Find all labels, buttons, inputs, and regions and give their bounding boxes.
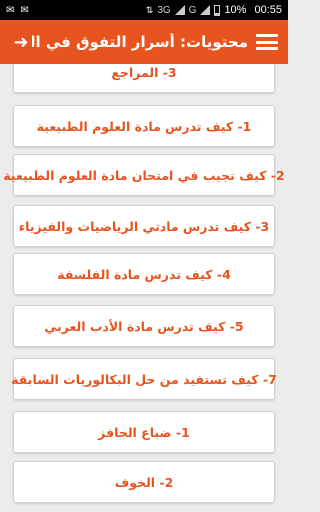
status-right: ⇅ 3G G 10% 00:55 <box>146 4 282 16</box>
list-item-label: 2- الخوف <box>114 474 174 490</box>
notification-icon: ✉ <box>6 4 15 16</box>
battery-icon <box>214 4 221 16</box>
list-item-label: 2- كيف تجيب في امتحان مادة العلوم الطبيع… <box>3 167 285 183</box>
clock: 00:55 <box>254 4 282 16</box>
page-title: محتويات: أسرار التفوق في الب .. <box>32 33 248 51</box>
list-item-label: 7- كيف تستفيد من حل البكالوريات السابقة <box>11 371 277 387</box>
status-bar: ✉ ✉ ⇅ 3G G 10% 00:55 <box>0 0 288 20</box>
list-item[interactable]: 3- المراجع <box>13 64 275 93</box>
network-type: 3G <box>157 4 171 16</box>
notification-icon-2: ✉ <box>20 4 29 16</box>
signal-icon-2 <box>200 5 211 15</box>
list-item[interactable]: 7- كيف تستفيد من حل البكالوريات السابقة <box>11 358 277 400</box>
list-item[interactable]: 5- كيف تدرس مادة الأدب العربي <box>13 305 275 347</box>
signal-icon <box>174 5 185 15</box>
list-item-label: 3- المراجع <box>111 64 177 80</box>
menu-icon[interactable] <box>256 34 278 50</box>
network-type-2: G <box>188 4 197 16</box>
status-left: ✉ ✉ <box>6 5 29 16</box>
list-item[interactable]: 1- كيف تدرس مادة العلوم الطبيعية <box>13 105 275 147</box>
list-item-label: 4- كيف تدرس مادة الفلسفة <box>57 266 231 282</box>
battery-level: 10% <box>224 4 247 16</box>
app-bar: ➜ محتويات: أسرار التفوق في الب .. <box>0 20 288 64</box>
list-item-label: 5- كيف تدرس مادة الأدب العربي <box>44 318 244 334</box>
contents-list: 3- المراجع 1- كيف تدرس مادة العلوم الطبي… <box>0 64 288 512</box>
list-item[interactable]: 3- كيف تدرس مادتي الرياضيات والفيزياء <box>13 205 275 247</box>
list-item[interactable]: 1- ضياع الحافز <box>13 411 275 453</box>
list-item-label: 1- ضياع الحافز <box>98 424 190 440</box>
list-item-label: 3- كيف تدرس مادتي الرياضيات والفيزياء <box>18 218 270 234</box>
data-icon: ⇅ <box>145 4 154 15</box>
list-item[interactable]: 2- الخوف <box>13 461 275 503</box>
list-item[interactable]: 4- كيف تدرس مادة الفلسفة <box>13 253 275 295</box>
back-arrow-icon[interactable]: ➜ <box>10 32 32 53</box>
list-item[interactable]: 2- كيف تجيب في امتحان مادة العلوم الطبيع… <box>3 154 285 196</box>
list-item-label: 1- كيف تدرس مادة العلوم الطبيعية <box>36 118 252 134</box>
